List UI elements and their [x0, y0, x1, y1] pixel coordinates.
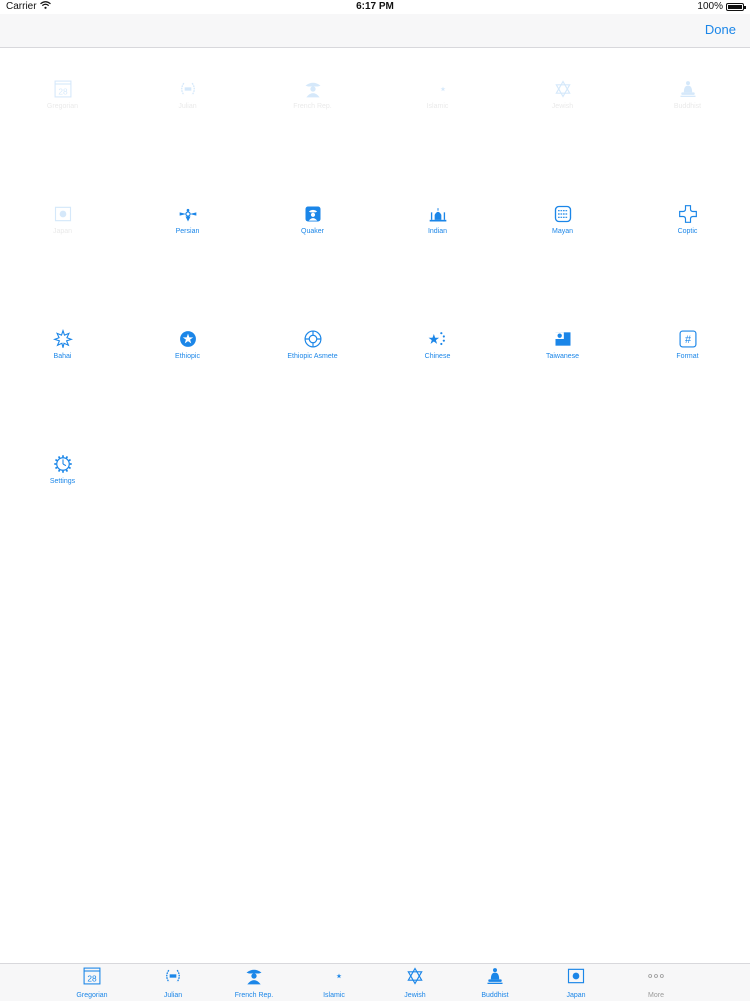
grid-item-bahai[interactable]: Bahai [0, 298, 125, 423]
more-dots-icon [646, 966, 666, 991]
grid-item-label: Buddhist [673, 103, 702, 110]
grid-item-label: Persian [175, 228, 200, 235]
svg-text:#: # [684, 334, 690, 346]
taj-mahal-icon [427, 203, 449, 225]
tab-more[interactable]: More [621, 966, 691, 999]
rising-sun-flag-icon [566, 966, 586, 991]
tab-bar: 28 Gregorian Julian French Rep. Islamic Jewis… [0, 963, 750, 1001]
buddha-icon [485, 966, 505, 991]
grid-item-persian[interactable]: Persian [125, 173, 250, 298]
grid-item-label: Mayan [551, 228, 573, 235]
grid-item-jewish[interactable]: Jewish [500, 48, 625, 173]
grid-item-islamic[interactable]: Islamic [375, 48, 500, 173]
tab-label: Gregorian [76, 992, 108, 999]
tab-gregorian[interactable]: 28 Gregorian [57, 966, 127, 999]
tab-label: French Rep. [234, 992, 274, 999]
tab-french-rep[interactable]: French Rep. [219, 966, 289, 999]
tab-label: More [648, 992, 664, 999]
calendar-icon: 28 [52, 78, 74, 100]
quaker-icon [302, 203, 324, 225]
calendar-icon: 28 [82, 966, 102, 991]
faravahar-icon [177, 203, 199, 225]
star-of-david-icon [552, 78, 574, 100]
laurel-wreath-icon [163, 966, 183, 991]
grid-item-japan[interactable]: Japan [0, 173, 125, 298]
grid-item-label: Jewish [551, 103, 574, 110]
laurel-wreath-icon [177, 78, 199, 100]
battery-icon [726, 3, 746, 11]
ethiopic-emblem-icon [177, 328, 199, 350]
grid-item-settings[interactable]: Settings [0, 423, 125, 548]
tab-label: Islamic [323, 992, 345, 999]
grid-item-format[interactable]: # Format [625, 298, 750, 423]
tab-julian[interactable]: Julian [138, 966, 208, 999]
tab-label: Buddhist [481, 992, 509, 999]
tab-label: Jewish [404, 992, 426, 999]
grid-item-label: Islamic [426, 103, 449, 110]
ethiopic-asmete-icon [302, 328, 324, 350]
grid-item-coptic[interactable]: Coptic [625, 173, 750, 298]
tab-buddhist[interactable]: Buddhist [460, 966, 530, 999]
rising-sun-flag-icon [52, 203, 74, 225]
coptic-cross-icon [677, 203, 699, 225]
tab-jewish[interactable]: Jewish [380, 966, 450, 999]
grid-item-label: Japan [52, 228, 73, 235]
calendar-day-number: 28 [87, 973, 97, 983]
grid-item-label: Chinese [424, 353, 451, 360]
navigation-bar: Done [0, 14, 750, 48]
grid-item-taiwanese[interactable]: Taiwanese [500, 298, 625, 423]
chinese-stars-icon [427, 328, 449, 350]
grid-item-label: Quaker [301, 228, 324, 235]
grid-item-label: Gregorian [46, 103, 79, 110]
buddha-icon [677, 78, 699, 100]
tab-label: Julian [163, 992, 183, 999]
hash-icon: # [677, 328, 699, 350]
grid-item-ethiopic[interactable]: Ethiopic [125, 298, 250, 423]
grid-item-label: Settings [49, 478, 76, 485]
battery-percent: 100% [697, 1, 723, 12]
mayan-glyph-icon [552, 203, 574, 225]
status-bar: Carrier 6:17 PM 100% [0, 0, 750, 14]
grid-item-french-rep[interactable]: French Rep. [250, 48, 375, 173]
grid-item-label: Ethiopic Asmete [287, 353, 338, 360]
tab-islamic[interactable]: Islamic [299, 966, 369, 999]
grid-item-label: French Rep. [293, 103, 332, 110]
tab-label: Japan [566, 992, 586, 999]
done-button[interactable]: Done [705, 22, 736, 37]
grid-item-indian[interactable]: Indian [375, 173, 500, 298]
taiwan-flag-icon [552, 328, 574, 350]
grid-item-label: Taiwanese [545, 353, 580, 360]
grid-item-quaker[interactable]: Quaker [250, 173, 375, 298]
gear-icon [52, 453, 74, 475]
nine-pointed-star-icon [52, 328, 74, 350]
status-right: 100% [697, 0, 746, 14]
grid-item-gregorian[interactable]: 28 Gregorian [0, 48, 125, 173]
grid-item-mayan[interactable]: Mayan [500, 173, 625, 298]
grid-item-label: Format [676, 353, 699, 360]
calendar-grid: 28 Gregorian Julian French Rep. Islamic Jewis… [0, 48, 750, 548]
grid-item-label: Ethiopic [175, 353, 200, 360]
calendar-day-number: 28 [58, 86, 68, 96]
star-of-david-icon [405, 966, 425, 991]
grid-item-chinese[interactable]: Chinese [375, 298, 500, 423]
status-time: 6:17 PM [356, 1, 394, 12]
grid-item-label: Indian [427, 228, 448, 235]
napoleon-icon [244, 966, 264, 991]
grid-item-buddhist[interactable]: Buddhist [625, 48, 750, 173]
grid-item-label: Julian [178, 103, 197, 110]
napoleon-icon [302, 78, 324, 100]
grid-item-label: Coptic [677, 228, 698, 235]
tab-japan[interactable]: Japan [541, 966, 611, 999]
grid-item-julian[interactable]: Julian [125, 48, 250, 173]
crescent-star-icon [427, 78, 449, 100]
grid-item-ethiopic-asmete[interactable]: Ethiopic Asmete [250, 298, 375, 423]
crescent-star-icon [324, 966, 344, 991]
grid-item-label: Bahai [53, 353, 72, 360]
